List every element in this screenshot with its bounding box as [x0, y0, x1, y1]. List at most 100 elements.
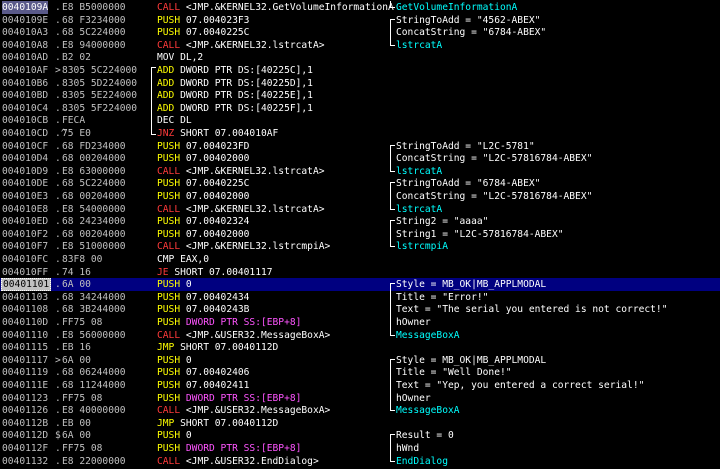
address-cell[interactable]: 004010FC: [2, 253, 48, 266]
address-cell[interactable]: 00401126: [2, 404, 48, 417]
instruction: ADD DWORD PTR DS:[40225D],1: [157, 77, 313, 90]
address-cell[interactable]: 0040112D: [2, 429, 48, 442]
address-cell[interactable]: 004010D9: [2, 165, 48, 178]
address-cell[interactable]: 004010F7: [2, 240, 48, 253]
disasm-row[interactable]: 0040109A. E8 B5000000 CALL <JMP.&KERNEL32.…: [0, 1, 720, 14]
address-cell[interactable]: 0040109E: [2, 14, 48, 27]
disasm-row[interactable]: 00401123. FF75 08 PUSH DWORD PTR SS:[EBP+8…: [0, 392, 720, 405]
instruction: MOV DL,2: [157, 51, 203, 64]
address-cell[interactable]: 004010D4: [2, 152, 48, 165]
disassembly-pane[interactable]: 0040109A. E8 B5000000 CALL <JMP.&KERNEL32.…: [0, 0, 720, 469]
disasm-row[interactable]: 004010F2. 68 00204000 PUSH 07.00402000 Stri…: [0, 228, 720, 241]
disasm-row[interactable]: 004010E3. 68 00204000 PUSH 07.00402000 Conc…: [0, 190, 720, 203]
disasm-row[interactable]: 00401101. 6A 00 PUSH 0 Style = MB_OK|MB_APP…: [0, 278, 720, 292]
address-cell[interactable]: 0040111E: [2, 379, 48, 392]
address-cell[interactable]: 004010CD: [2, 127, 48, 140]
instruction: PUSH 07.00402000: [157, 228, 249, 241]
address-cell[interactable]: 0040109A: [2, 1, 49, 14]
instruction: PUSH 0: [157, 354, 192, 367]
disasm-row[interactable]: 004010FF. 74 16 JE SHORT 07.00401117: [0, 266, 720, 279]
jump-marker: .: [55, 2, 61, 13]
hex-bytes: E8 22000000: [62, 455, 126, 467]
address-cell[interactable]: 004010AF: [2, 64, 48, 77]
disasm-row[interactable]: 00401119. 68 06244000 PUSH 07.00402406 Titl…: [0, 366, 720, 379]
mnemonic: MOV: [157, 52, 175, 64]
disasm-row[interactable]: 0040112B. EB 00 JMP SHORT 07.0040112D: [0, 417, 720, 430]
disasm-row[interactable]: 00401132. E8 22000000 CALL <JMP.&USER32.En…: [0, 455, 720, 468]
address-cell[interactable]: 00401110: [2, 329, 48, 342]
address-cell[interactable]: 004010F2: [2, 228, 48, 241]
instruction: JNZ SHORT 07.004010AF: [157, 127, 278, 140]
hex-bytes: E8 54000000: [62, 203, 126, 215]
address-cell[interactable]: 004010BD: [2, 89, 48, 102]
disasm-row[interactable]: 004010CF. 68 FD234000 PUSH 07.004023FD Stri…: [0, 140, 720, 153]
disasm-row[interactable]: 004010FC. 83F8 00 CMP EAX,0: [0, 253, 720, 266]
address-cell[interactable]: 00401123: [2, 392, 48, 405]
jump-marker: .: [55, 392, 61, 404]
address-cell[interactable]: 00401132: [2, 455, 48, 468]
disasm-row[interactable]: 00401110. E8 56000000 CALL <JMP.&USER32.Me…: [0, 329, 720, 342]
address-cell[interactable]: 004010CF: [2, 140, 48, 153]
address-cell[interactable]: 00401119: [2, 366, 48, 379]
address-cell[interactable]: 004010B6: [2, 77, 48, 90]
mnemonic: PUSH: [157, 380, 181, 391]
address-cell[interactable]: 004010A3: [2, 26, 48, 39]
instruction: JMP SHORT 07.0040112D: [157, 417, 278, 430]
disasm-row[interactable]: 004010C4. 8305 5F224000 ADD DWORD PTR DS:[…: [0, 102, 720, 115]
operand: DWORD PTR SS:[EBP+8]: [185, 443, 302, 454]
address-cell[interactable]: 004010AD: [2, 51, 48, 64]
disasm-row[interactable]: 0040111E. 68 11244000 PUSH 07.00402411 Text…: [0, 379, 720, 392]
disasm-row[interactable]: 004010D4. 68 00204000 PUSH 07.00402000 Conc…: [0, 152, 720, 165]
address-cell[interactable]: 00401103: [2, 291, 48, 304]
disasm-row[interactable]: 004010CD .^ 75 E0 JNZ SHORT 07.004010AF: [0, 127, 720, 140]
operand: DL,2: [180, 52, 204, 64]
disasm-row[interactable]: 004010ED. 68 24234000 PUSH 07.00402324 Stri…: [0, 215, 720, 228]
address-cell[interactable]: 00401115: [2, 341, 48, 354]
mnemonic: ADD: [157, 102, 175, 114]
disasm-row[interactable]: 0040110D. FF75 08 PUSH DWORD PTR SS:[EBP+8…: [0, 316, 720, 329]
disasm-row[interactable]: 00401115. EB 16 JMP SHORT 07.0040112D: [0, 341, 720, 354]
disasm-row[interactable]: 0040109E. 68 F3234000 PUSH 07.004023F3 Stri…: [0, 14, 720, 27]
operand: 07.00402434: [185, 291, 250, 303]
address-cell[interactable]: 004010A8: [2, 39, 48, 52]
address-cell[interactable]: 004010FF: [2, 266, 48, 279]
comment: GetVolumeInformationA: [396, 2, 518, 13]
address-cell[interactable]: 0040112F: [2, 442, 48, 455]
disasm-row[interactable]: 004010CB. FECA DEC DL: [0, 114, 720, 127]
disasm-row[interactable]: 004010E8. E8 54000000 CALL <JMP.&KERNEL32.…: [0, 203, 720, 216]
disasm-row[interactable]: 004010AF >8305 5C224000 ADD DWORD PTR DS:[…: [0, 64, 720, 77]
address-cell[interactable]: 00401108: [2, 303, 48, 316]
address-cell[interactable]: 0040112B: [2, 417, 48, 430]
disasm-row[interactable]: 0040112F. FF75 08 PUSH DWORD PTR SS:[EBP+8…: [0, 442, 720, 455]
address-cell[interactable]: 004010ED: [2, 215, 48, 228]
mnemonic: PUSH: [157, 430, 181, 442]
disasm-row[interactable]: 004010BD. 8305 5E224000 ADD DWORD PTR DS:[…: [0, 89, 720, 102]
address-cell[interactable]: 004010E3: [2, 190, 48, 203]
address-cell[interactable]: 00401117: [2, 354, 48, 367]
comment: String2 = "aaaa": [396, 216, 489, 228]
hex-bytes: 68 F3234000: [62, 14, 126, 26]
disasm-row[interactable]: 004010A3. 68 5C224000 PUSH 07.0040225C Conc…: [0, 26, 720, 39]
disasm-row[interactable]: 004010DE. 68 5C224000 PUSH 07.0040225C Stri…: [0, 177, 720, 190]
disasm-row[interactable]: 004010B6. 8305 5D224000 ADD DWORD PTR DS:[…: [0, 77, 720, 90]
address-cell[interactable]: 0040110D: [2, 316, 48, 329]
disasm-row[interactable]: 004010AD. B2 02 MOV DL,2: [0, 51, 720, 64]
disasm-row[interactable]: 00401103. 68 34244000 PUSH 07.00402434 Titl…: [0, 291, 720, 304]
mnemonic: PUSH: [157, 291, 181, 303]
operand: 07.00402324: [185, 216, 250, 228]
disasm-row[interactable]: 004010D9. E8 63000000 CALL <JMP.&KERNEL32.…: [0, 165, 720, 178]
instruction: PUSH 07.004023F3: [157, 14, 249, 27]
address-cell[interactable]: 004010C4: [2, 102, 48, 115]
disasm-row[interactable]: 00401126. E8 40000000 CALL <JMP.&USER32.Me…: [0, 404, 720, 417]
comment: lstrcatA: [396, 165, 443, 177]
address-cell[interactable]: 004010E8: [2, 203, 48, 216]
disasm-row[interactable]: 004010F7. E8 51000000 CALL <JMP.&KERNEL32.…: [0, 240, 720, 253]
disasm-row[interactable]: 00401117 >6A 00 PUSH 0 Style = MB_OK|MB_APP…: [0, 354, 720, 367]
disasm-row[interactable]: 004010A8. E8 94000000 CALL <JMP.&KERNEL32.…: [0, 39, 720, 52]
address-cell[interactable]: 00401101: [1, 278, 52, 292]
address-cell[interactable]: 004010DE: [2, 177, 48, 190]
disasm-row[interactable]: 0040112D $6A 00 PUSH 0 Result = 0: [0, 429, 720, 442]
instruction: PUSH DWORD PTR SS:[EBP+8]: [157, 316, 301, 329]
address-cell[interactable]: 004010CB: [2, 114, 48, 127]
disasm-row[interactable]: 00401108. 68 3B244000 PUSH 07.0040243B Text…: [0, 303, 720, 316]
